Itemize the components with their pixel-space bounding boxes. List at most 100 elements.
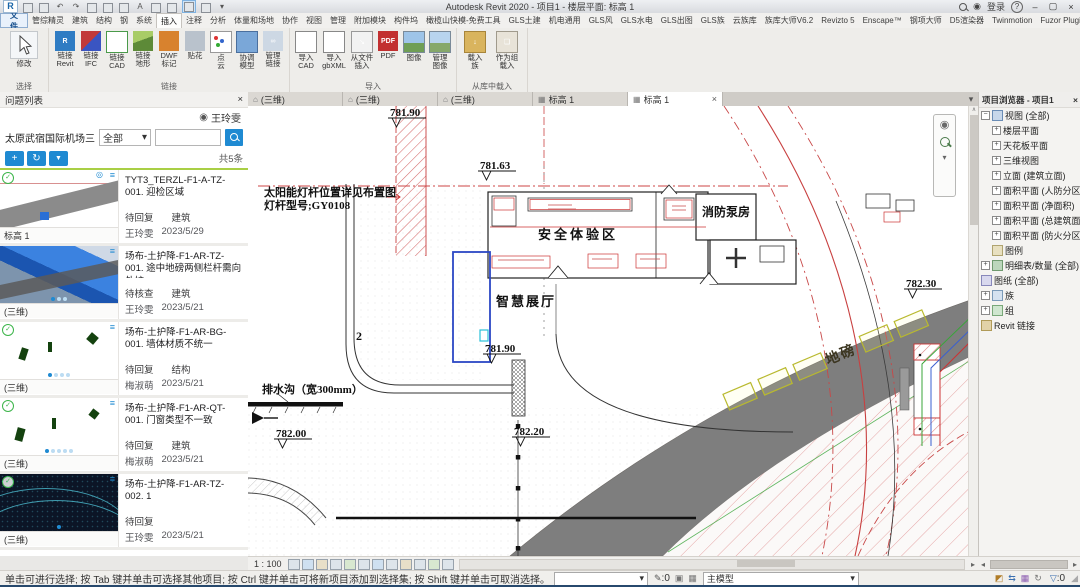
ribbon-tab[interactable]: 分析 bbox=[206, 13, 230, 28]
expand-icon[interactable]: + bbox=[992, 186, 1001, 195]
link-status-icon[interactable]: ▦ bbox=[688, 573, 697, 584]
issue-search-button[interactable] bbox=[225, 129, 243, 146]
issue-thumbnail[interactable]: ✓ ≡ bbox=[0, 398, 118, 456]
project-browser-close-icon[interactable]: × bbox=[1073, 95, 1078, 105]
undo-icon[interactable]: ↶ bbox=[54, 2, 66, 12]
ribbon-tab[interactable]: 构件坞 bbox=[390, 13, 422, 28]
ribbon-tab[interactable]: 建筑 bbox=[68, 13, 92, 28]
scale-button[interactable]: 1 : 100 bbox=[248, 559, 288, 569]
insert-from-file-button[interactable]: ↘从文件 插入 bbox=[349, 29, 375, 71]
link-revit-button[interactable]: R链接 Revit bbox=[52, 29, 78, 69]
view-tab-3d[interactable]: ⌂(三维) bbox=[438, 92, 533, 106]
measure-icon[interactable] bbox=[102, 2, 114, 12]
menu-icon[interactable]: ≡ bbox=[110, 247, 115, 256]
sun-path-icon[interactable] bbox=[316, 559, 328, 570]
thin-lines-icon[interactable] bbox=[182, 0, 196, 13]
scroll-thumb[interactable] bbox=[970, 115, 978, 225]
drawing-area[interactable]: 地磅 太阳能灯杆位置详见布置图 灯杆型号;GY0108 排水沟（宽300mm） … bbox=[248, 106, 968, 556]
tree-item-area-plan-net[interactable]: +面积平面 (净面积) bbox=[979, 198, 1080, 213]
decal-button[interactable]: 贴花 bbox=[182, 29, 208, 60]
help-icon[interactable]: ? bbox=[1011, 1, 1023, 13]
print-icon[interactable] bbox=[86, 2, 98, 12]
ribbon-tab[interactable]: 族库大师V6.2 bbox=[761, 13, 817, 28]
ribbon-tab[interactable]: 管理 bbox=[326, 13, 350, 28]
navbar-options-icon[interactable]: ▾ bbox=[942, 153, 946, 162]
panel-label-select[interactable]: 选择 bbox=[3, 81, 45, 92]
close-button[interactable]: × bbox=[1065, 2, 1077, 12]
view-tab-3d[interactable]: ⌂(三维) bbox=[343, 92, 438, 106]
expand-icon[interactable]: + bbox=[992, 126, 1001, 135]
ribbon-tab[interactable]: 橄榄山快模-免费工具 bbox=[422, 13, 505, 28]
tree-item-groups[interactable]: +组 bbox=[979, 303, 1080, 318]
background-process-icon[interactable]: ↻ bbox=[1034, 573, 1042, 584]
tree-item-area-plan-fire[interactable]: +面积平面 (防火分区面积) bbox=[979, 228, 1080, 243]
issue-card[interactable]: ✓ ≡ (三维) 场布-土护降-F1-AR-TZ-002. 1 待回复 王玲雯2… bbox=[0, 474, 248, 550]
scroll-thumb[interactable] bbox=[990, 560, 1068, 569]
expand-icon[interactable]: + bbox=[992, 201, 1001, 210]
tab-file[interactable]: 文件 bbox=[0, 13, 28, 28]
link-topography-button[interactable]: 链接 地形 bbox=[130, 29, 156, 69]
design-option-select[interactable]: ▾ bbox=[554, 572, 648, 586]
manage-links-button[interactable]: ∞管理 链接 bbox=[260, 29, 286, 69]
issue-thumbnail[interactable]: ✓ ◎ ≡ bbox=[0, 170, 118, 228]
active-workset-select[interactable]: 主模型▾ bbox=[703, 572, 859, 586]
import-cad-button[interactable]: →导入 CAD bbox=[293, 29, 319, 71]
crop-view-icon[interactable] bbox=[344, 559, 356, 570]
ribbon-tab[interactable]: 机电通用 bbox=[545, 13, 585, 28]
analytical-model-icon[interactable] bbox=[414, 559, 426, 570]
qat-customize-icon[interactable]: ▾ bbox=[216, 2, 228, 12]
tree-item-ceiling-plans[interactable]: +天花板平面 bbox=[979, 138, 1080, 153]
ribbon-tab[interactable]: GLS水电 bbox=[617, 13, 657, 28]
save-icon[interactable] bbox=[38, 2, 50, 12]
search-icon[interactable] bbox=[959, 3, 967, 11]
ribbon-tab[interactable]: 体量和场地 bbox=[230, 13, 278, 28]
scroll-left-icon[interactable]: ◂ bbox=[978, 560, 988, 569]
ribbon-tab[interactable]: 附加模块 bbox=[350, 13, 390, 28]
import-pdf-button[interactable]: PDFPDF bbox=[375, 29, 401, 60]
issue-thumbnail[interactable]: ✓ ≡ bbox=[0, 474, 118, 532]
canvas-horizontal-scrollbar[interactable] bbox=[459, 559, 965, 570]
signin-button[interactable]: 登录 bbox=[987, 0, 1005, 13]
menu-icon[interactable]: ≡ bbox=[110, 171, 115, 180]
ribbon-tab[interactable]: Twinmotion bbox=[988, 13, 1036, 28]
expand-icon[interactable]: + bbox=[981, 261, 990, 270]
tab-insert-active[interactable]: 插入 bbox=[156, 13, 182, 28]
issue-card[interactable]: ≡ (三维) 场布-土护降-F1-AR-TZ-001. 途中地磅两侧栏杆需向外扩… bbox=[0, 246, 248, 322]
section-icon[interactable] bbox=[166, 2, 178, 12]
drawing-canvas[interactable]: 地磅 太阳能灯杆位置详见布置图 灯杆型号;GY0108 排水沟（宽300mm） … bbox=[248, 106, 968, 556]
reveal-hidden-icon[interactable] bbox=[386, 559, 398, 570]
pencil-icon[interactable]: ✎ bbox=[654, 573, 662, 584]
expand-icon[interactable]: + bbox=[981, 306, 990, 315]
dwf-markup-button[interactable]: DWF 标记 bbox=[156, 29, 182, 69]
issue-card[interactable]: ✓ ≡ (三维) 场布-土护降-F1-AR-QT-001. 门窗类型不一致 待回… bbox=[0, 398, 248, 474]
scroll-thumb[interactable] bbox=[737, 560, 795, 567]
displacement-icon[interactable] bbox=[428, 559, 440, 570]
issue-filter-select[interactable]: 全部▾ bbox=[99, 129, 151, 146]
expand-icon[interactable]: + bbox=[992, 141, 1001, 150]
detail-level-icon[interactable] bbox=[288, 559, 300, 570]
tree-item-elevations[interactable]: +立面 (建筑立面) bbox=[979, 168, 1080, 183]
expand-icon[interactable]: + bbox=[992, 171, 1001, 180]
ribbon-tab[interactable]: 钢 bbox=[116, 13, 132, 28]
ribbon-tab[interactable]: D5渲染器 bbox=[946, 13, 988, 28]
tree-item-area-plan-civil[interactable]: +面积平面 (人防分区面积) bbox=[979, 183, 1080, 198]
tree-item-area-plan-gross[interactable]: +面积平面 (总建筑面积) bbox=[979, 213, 1080, 228]
refresh-issues-button[interactable]: ↻ bbox=[27, 151, 46, 166]
ribbon-tab[interactable]: Revizto 5 bbox=[817, 13, 858, 28]
collapse-icon[interactable]: − bbox=[981, 111, 990, 120]
default-3d-view-icon[interactable] bbox=[150, 2, 162, 12]
filter-issues-button[interactable]: ▼ bbox=[49, 151, 68, 166]
minimize-button[interactable]: – bbox=[1029, 2, 1041, 12]
ribbon-tab[interactable]: 钢项大师 bbox=[906, 13, 946, 28]
temporary-hide-icon[interactable] bbox=[372, 559, 384, 570]
modify-button[interactable]: 修改 bbox=[3, 29, 45, 68]
tree-item-families[interactable]: +族 bbox=[979, 288, 1080, 303]
tree-item-sheets[interactable]: 图纸 (全部) bbox=[979, 273, 1080, 288]
filter-icon[interactable]: ▽ bbox=[1050, 573, 1057, 584]
issue-thumbnail[interactable]: ≡ bbox=[0, 246, 118, 304]
ribbon-tab[interactable]: 注释 bbox=[182, 13, 206, 28]
import-image-button[interactable]: 图像 bbox=[401, 29, 427, 62]
add-issue-button[interactable]: + bbox=[5, 151, 24, 166]
issue-thumbnail[interactable]: ✓ ≡ bbox=[0, 322, 118, 380]
import-gbxml-button[interactable]: →导入 gbXML bbox=[319, 29, 349, 71]
